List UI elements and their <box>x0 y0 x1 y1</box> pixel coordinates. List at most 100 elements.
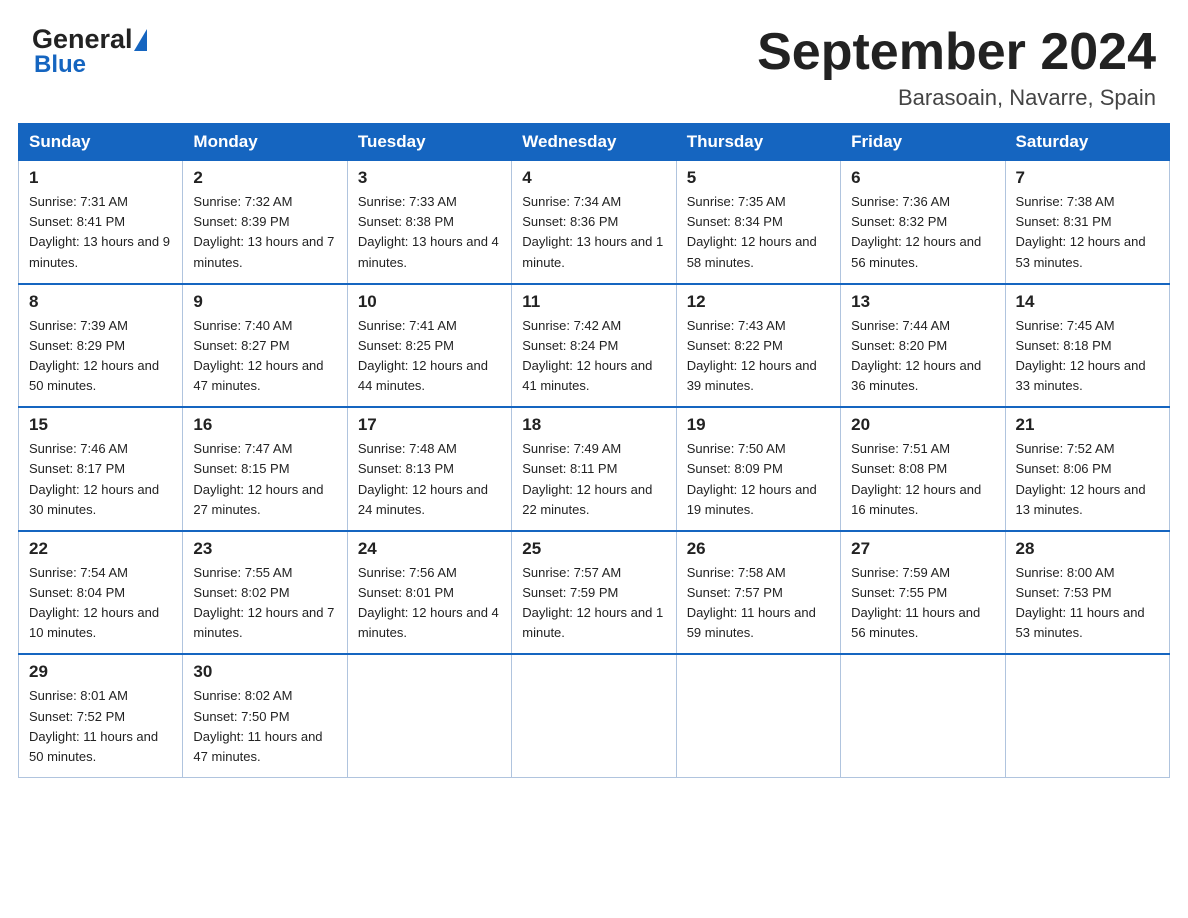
logo-triangle-icon <box>134 29 147 51</box>
day-info: Sunrise: 8:00 AMSunset: 7:53 PMDaylight:… <box>1016 563 1159 644</box>
calendar-day: 22 Sunrise: 7:54 AMSunset: 8:04 PMDayligh… <box>19 531 183 655</box>
day-number: 4 <box>522 168 665 188</box>
day-info: Sunrise: 7:31 AMSunset: 8:41 PMDaylight:… <box>29 192 172 273</box>
calendar-day: 11Sunrise: 7:42 AMSunset: 8:24 PMDayligh… <box>512 284 676 408</box>
calendar-day: 23 Sunrise: 7:55 AMSunset: 8:02 PMDayligh… <box>183 531 347 655</box>
day-info: Sunrise: 7:56 AMSunset: 8:01 PMDaylight:… <box>358 563 501 644</box>
day-number: 13 <box>851 292 994 312</box>
calendar-day: 27 Sunrise: 7:59 AMSunset: 7:55 PMDayligh… <box>841 531 1005 655</box>
calendar-week-3: 15 Sunrise: 7:46 AMSunset: 8:17 PMDayligh… <box>19 407 1170 531</box>
header-monday: Monday <box>183 124 347 161</box>
calendar-title: September 2024 <box>757 24 1156 81</box>
calendar-day: 5 Sunrise: 7:35 AMSunset: 8:34 PMDaylight… <box>676 161 840 284</box>
day-number: 16 <box>193 415 336 435</box>
day-info: Sunrise: 7:33 AMSunset: 8:38 PMDaylight:… <box>358 192 501 273</box>
calendar-subtitle: Barasoain, Navarre, Spain <box>757 85 1156 111</box>
day-number: 17 <box>358 415 501 435</box>
day-info: Sunrise: 7:42 AMSunset: 8:24 PMDaylight:… <box>522 316 665 397</box>
day-info: Sunrise: 7:54 AMSunset: 8:04 PMDaylight:… <box>29 563 172 644</box>
logo: General Blue <box>32 24 147 79</box>
calendar-day: 10 Sunrise: 7:41 AMSunset: 8:25 PMDayligh… <box>347 284 511 408</box>
day-number: 5 <box>687 168 830 188</box>
day-number: 12 <box>687 292 830 312</box>
day-info: Sunrise: 7:58 AMSunset: 7:57 PMDaylight:… <box>687 563 830 644</box>
header-tuesday: Tuesday <box>347 124 511 161</box>
calendar-day: 26 Sunrise: 7:58 AMSunset: 7:57 PMDayligh… <box>676 531 840 655</box>
day-number: 23 <box>193 539 336 559</box>
day-number: 9 <box>193 292 336 312</box>
day-info: Sunrise: 7:35 AMSunset: 8:34 PMDaylight:… <box>687 192 830 273</box>
calendar-day: 16 Sunrise: 7:47 AMSunset: 8:15 PMDayligh… <box>183 407 347 531</box>
header-friday: Friday <box>841 124 1005 161</box>
calendar-day: 17 Sunrise: 7:48 AMSunset: 8:13 PMDayligh… <box>347 407 511 531</box>
day-number: 29 <box>29 662 172 682</box>
logo-blue-text: Blue <box>32 51 147 79</box>
calendar-day: 8Sunrise: 7:39 AMSunset: 8:29 PMDaylight… <box>19 284 183 408</box>
day-number: 25 <box>522 539 665 559</box>
day-info: Sunrise: 7:57 AMSunset: 7:59 PMDaylight:… <box>522 563 665 644</box>
calendar-day: 18Sunrise: 7:49 AMSunset: 8:11 PMDayligh… <box>512 407 676 531</box>
day-info: Sunrise: 7:49 AMSunset: 8:11 PMDaylight:… <box>522 439 665 520</box>
calendar-day: 24 Sunrise: 7:56 AMSunset: 8:01 PMDayligh… <box>347 531 511 655</box>
calendar-day: 12 Sunrise: 7:43 AMSunset: 8:22 PMDayligh… <box>676 284 840 408</box>
header: General Blue September 2024 Barasoain, N… <box>0 0 1188 123</box>
day-info: Sunrise: 7:32 AMSunset: 8:39 PMDaylight:… <box>193 192 336 273</box>
calendar-day <box>347 654 511 777</box>
day-info: Sunrise: 7:55 AMSunset: 8:02 PMDaylight:… <box>193 563 336 644</box>
day-info: Sunrise: 7:47 AMSunset: 8:15 PMDaylight:… <box>193 439 336 520</box>
day-info: Sunrise: 7:59 AMSunset: 7:55 PMDaylight:… <box>851 563 994 644</box>
day-info: Sunrise: 7:45 AMSunset: 8:18 PMDaylight:… <box>1016 316 1159 397</box>
day-info: Sunrise: 7:48 AMSunset: 8:13 PMDaylight:… <box>358 439 501 520</box>
day-number: 21 <box>1016 415 1159 435</box>
day-info: Sunrise: 7:43 AMSunset: 8:22 PMDaylight:… <box>687 316 830 397</box>
calendar-day: 6 Sunrise: 7:36 AMSunset: 8:32 PMDaylight… <box>841 161 1005 284</box>
calendar-day <box>512 654 676 777</box>
day-info: Sunrise: 7:44 AMSunset: 8:20 PMDaylight:… <box>851 316 994 397</box>
calendar-day: 4 Sunrise: 7:34 AMSunset: 8:36 PMDaylight… <box>512 161 676 284</box>
day-number: 8 <box>29 292 172 312</box>
day-number: 27 <box>851 539 994 559</box>
header-thursday: Thursday <box>676 124 840 161</box>
calendar-week-1: 1Sunrise: 7:31 AMSunset: 8:41 PMDaylight… <box>19 161 1170 284</box>
day-number: 24 <box>358 539 501 559</box>
day-number: 19 <box>687 415 830 435</box>
day-info: Sunrise: 7:41 AMSunset: 8:25 PMDaylight:… <box>358 316 501 397</box>
header-sunday: Sunday <box>19 124 183 161</box>
calendar-day: 15 Sunrise: 7:46 AMSunset: 8:17 PMDayligh… <box>19 407 183 531</box>
day-number: 30 <box>193 662 336 682</box>
calendar-day: 7Sunrise: 7:38 AMSunset: 8:31 PMDaylight… <box>1005 161 1169 284</box>
calendar-day: 2 Sunrise: 7:32 AMSunset: 8:39 PMDaylight… <box>183 161 347 284</box>
day-info: Sunrise: 7:34 AMSunset: 8:36 PMDaylight:… <box>522 192 665 273</box>
calendar-day: 9Sunrise: 7:40 AMSunset: 8:27 PMDaylight… <box>183 284 347 408</box>
day-info: Sunrise: 8:01 AMSunset: 7:52 PMDaylight:… <box>29 686 172 767</box>
calendar-day <box>841 654 1005 777</box>
calendar-day: 21Sunrise: 7:52 AMSunset: 8:06 PMDayligh… <box>1005 407 1169 531</box>
calendar-day: 1Sunrise: 7:31 AMSunset: 8:41 PMDaylight… <box>19 161 183 284</box>
day-number: 10 <box>358 292 501 312</box>
header-saturday: Saturday <box>1005 124 1169 161</box>
day-number: 3 <box>358 168 501 188</box>
day-info: Sunrise: 8:02 AMSunset: 7:50 PMDaylight:… <box>193 686 336 767</box>
day-number: 22 <box>29 539 172 559</box>
day-info: Sunrise: 7:36 AMSunset: 8:32 PMDaylight:… <box>851 192 994 273</box>
calendar-week-5: 29 Sunrise: 8:01 AMSunset: 7:52 PMDayligh… <box>19 654 1170 777</box>
day-number: 2 <box>193 168 336 188</box>
calendar-day: 13 Sunrise: 7:44 AMSunset: 8:20 PMDayligh… <box>841 284 1005 408</box>
day-info: Sunrise: 7:50 AMSunset: 8:09 PMDaylight:… <box>687 439 830 520</box>
title-area: September 2024 Barasoain, Navarre, Spain <box>757 24 1156 111</box>
calendar-day: 20 Sunrise: 7:51 AMSunset: 8:08 PMDayligh… <box>841 407 1005 531</box>
day-info: Sunrise: 7:46 AMSunset: 8:17 PMDaylight:… <box>29 439 172 520</box>
calendar-day: 30 Sunrise: 8:02 AMSunset: 7:50 PMDayligh… <box>183 654 347 777</box>
day-number: 20 <box>851 415 994 435</box>
day-number: 15 <box>29 415 172 435</box>
day-number: 6 <box>851 168 994 188</box>
calendar-day <box>676 654 840 777</box>
day-number: 14 <box>1016 292 1159 312</box>
calendar-table: Sunday Monday Tuesday Wednesday Thursday… <box>18 123 1170 778</box>
day-number: 26 <box>687 539 830 559</box>
calendar-week-4: 22 Sunrise: 7:54 AMSunset: 8:04 PMDayligh… <box>19 531 1170 655</box>
calendar-day: 3 Sunrise: 7:33 AMSunset: 8:38 PMDaylight… <box>347 161 511 284</box>
day-info: Sunrise: 7:51 AMSunset: 8:08 PMDaylight:… <box>851 439 994 520</box>
calendar-day: 28Sunrise: 8:00 AMSunset: 7:53 PMDayligh… <box>1005 531 1169 655</box>
header-wednesday: Wednesday <box>512 124 676 161</box>
